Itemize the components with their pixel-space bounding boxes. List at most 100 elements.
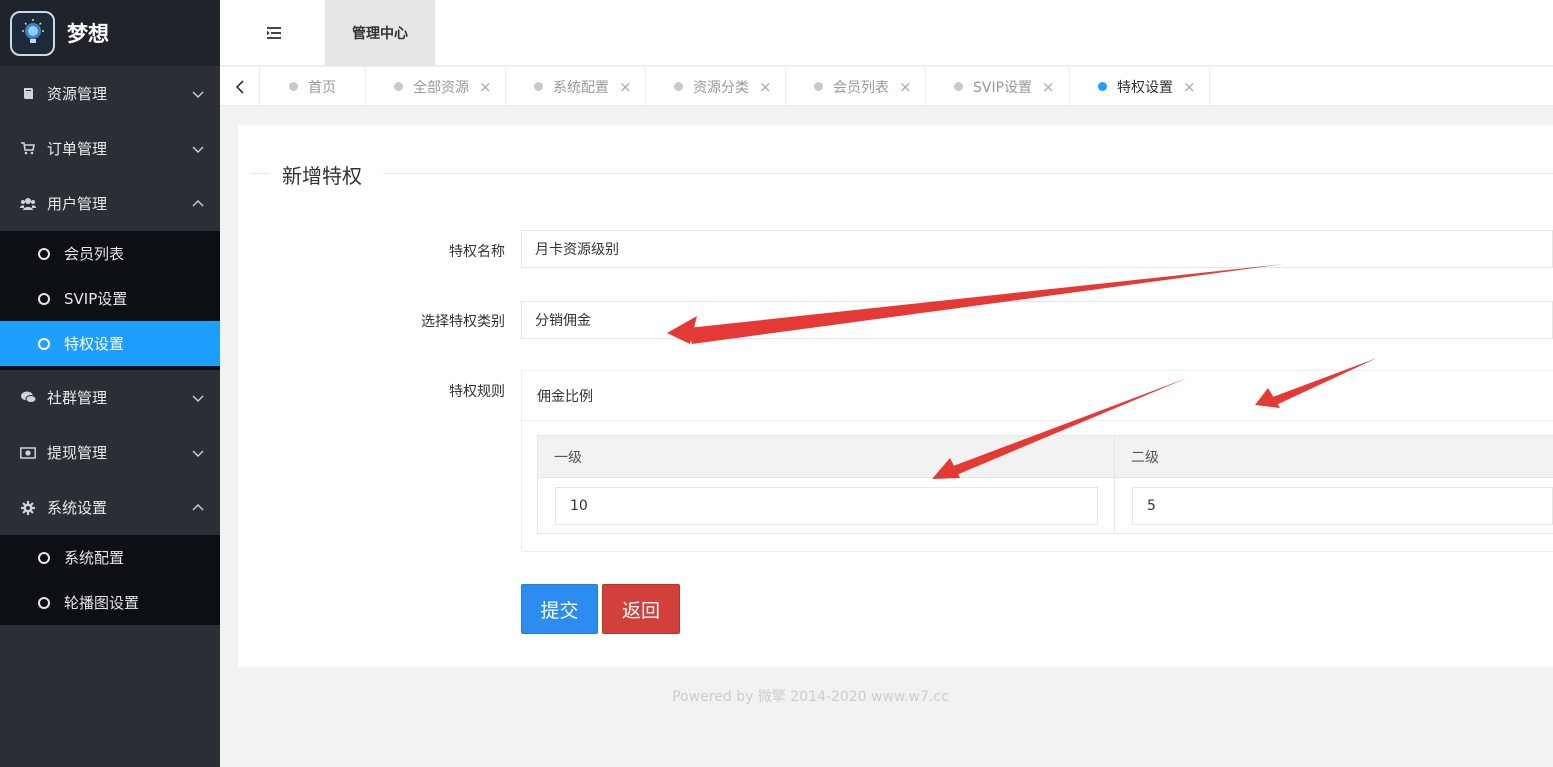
chevron-down-icon (192, 395, 204, 402)
sidebar-item-label: 特权设置 (64, 335, 125, 353)
tab-label: 首页 (308, 79, 336, 96)
system-subnav: 系统配置 轮播图设置 (0, 535, 220, 625)
table-cell: 10 (538, 478, 1115, 534)
logo-area: 梦想 (0, 0, 220, 66)
sidebar-item-resources[interactable]: 资源管理 (0, 66, 220, 121)
back-button[interactable]: 返回 (602, 584, 680, 634)
sidebar-item-label: 系统设置 (47, 499, 108, 517)
close-icon[interactable]: × (479, 78, 492, 96)
top-tab-admin-center[interactable]: 管理中心 (325, 0, 435, 66)
sidebar-item-member-list[interactable]: 会员列表 (0, 231, 220, 276)
users-subnav: 会员列表 SVIP设置 特权设置 (0, 231, 220, 366)
tab-label: 系统配置 (553, 79, 609, 96)
close-icon[interactable]: × (759, 78, 772, 96)
privilege-type-select[interactable]: 分销佣金 (521, 301, 1553, 339)
tab-dot-icon (394, 82, 403, 91)
privilege-name-label: 特权名称 (449, 244, 505, 260)
top-header: 管理中心 (220, 0, 1553, 66)
tab-dot-icon (289, 82, 298, 91)
sidebar-item-svip-settings[interactable]: SVIP设置 (0, 276, 220, 321)
privilege-name-input[interactable]: 月卡资源级别 (521, 230, 1553, 268)
commission-table: 一级 二级 10 5 (537, 435, 1553, 534)
chevron-up-icon (192, 503, 204, 510)
tab-dot-icon (1098, 82, 1107, 91)
circle-icon (38, 596, 50, 609)
sidebar-item-label: 会员列表 (64, 245, 125, 263)
tab-member-list[interactable]: 会员列表 × (786, 67, 926, 106)
tab-all-resources[interactable]: 全部资源 × (366, 67, 506, 106)
column-header-level-2: 二级 (1131, 449, 1159, 466)
chevron-down-icon (192, 91, 204, 98)
chevron-down-icon (192, 450, 204, 457)
sidebar-item-community[interactable]: 社群管理 (0, 370, 220, 425)
tab-dot-icon (534, 82, 543, 91)
sidebar-item-label: 资源管理 (47, 85, 108, 103)
tab-dot-icon (674, 82, 683, 91)
tab-dot-icon (954, 82, 963, 91)
tab-label: SVIP设置 (973, 79, 1033, 96)
menu-toggle-icon[interactable] (265, 24, 283, 42)
sidebar-item-label: 轮播图设置 (64, 594, 140, 612)
close-icon[interactable]: × (1042, 78, 1055, 96)
sidebar-item-system-config[interactable]: 系统配置 (0, 535, 220, 580)
book-icon (20, 86, 36, 102)
cart-icon (20, 141, 36, 157)
sidebar-item-label: 用户管理 (47, 195, 108, 213)
level-2-commission-input[interactable]: 5 (1132, 487, 1553, 525)
money-icon (20, 445, 36, 461)
sidebar-item-privilege-settings[interactable]: 特权设置 (0, 321, 220, 366)
tab-label: 特权设置 (1117, 79, 1173, 96)
close-icon[interactable]: × (899, 78, 912, 96)
tab-privilege-settings[interactable]: 特权设置 × (1070, 67, 1210, 106)
page-tabs: 首页 全部资源 × 系统配置 × 资源分类 × 会员列表 × SVIP设置 × … (220, 67, 1553, 106)
table-cell: 5 (1115, 478, 1553, 534)
footer-copyright: Powered by 微擎 2014-2020 www.w7.cc (672, 689, 949, 705)
chat-icon (20, 390, 36, 406)
chevron-up-icon (192, 199, 204, 206)
close-icon[interactable]: × (619, 78, 632, 96)
legend-divider (383, 173, 1553, 174)
column-header-level-1: 一级 (538, 436, 1115, 477)
close-icon[interactable]: × (1183, 78, 1196, 96)
chevron-left-icon (235, 79, 244, 94)
tab-system-config[interactable]: 系统配置 × (506, 67, 646, 106)
chevron-down-icon (192, 146, 204, 153)
brand-name: 梦想 (67, 22, 109, 46)
tab-label: 全部资源 (413, 79, 469, 96)
circle-icon (38, 247, 50, 260)
circle-icon (38, 292, 50, 305)
sidebar-item-system-settings[interactable]: 系统设置 (0, 480, 220, 535)
sidebar-item-withdrawal[interactable]: 提现管理 (0, 425, 220, 480)
level-1-commission-input[interactable]: 10 (555, 487, 1098, 525)
tab-svip-settings[interactable]: SVIP设置 × (926, 67, 1070, 106)
privilege-rule-label: 特权规则 (449, 384, 505, 400)
privilege-rule-box: 佣金比例 一级 二级 10 5 (521, 370, 1553, 552)
legend-divider (250, 173, 270, 174)
tab-label: 会员列表 (833, 79, 889, 96)
tabs-scroll-left-button[interactable] (220, 67, 260, 106)
lightbulb-logo-icon (10, 10, 55, 56)
tab-dot-icon (814, 82, 823, 91)
tab-home[interactable]: 首页 (261, 67, 366, 106)
sidebar-item-label: SVIP设置 (64, 290, 128, 308)
commission-ratio-title: 佣金比例 (522, 371, 1553, 421)
sidebar-item-label: 系统配置 (64, 549, 125, 567)
sidebar-item-users[interactable]: 用户管理 (0, 176, 220, 231)
form-legend-title: 新增特权 (282, 164, 362, 188)
gear-icon (20, 500, 36, 516)
sidebar-item-label: 订单管理 (47, 140, 108, 158)
submit-button[interactable]: 提交 (521, 584, 598, 634)
circle-icon (38, 337, 50, 350)
sidebar-item-orders[interactable]: 订单管理 (0, 121, 220, 176)
commission-table-header: 一级 二级 (538, 436, 1553, 478)
sidebar-item-label: 社群管理 (47, 389, 108, 407)
privilege-type-label: 选择特权类别 (421, 314, 505, 330)
sidebar: 梦想 资源管理 订单管理 用户管理 会员列表 SVIP设置 特权设置 社群管理 … (0, 0, 220, 767)
tab-resource-categories[interactable]: 资源分类 × (646, 67, 786, 106)
privilege-form-card: 新增特权 特权名称 月卡资源级别 选择特权类别 分销佣金 特权规则 佣金比例 一… (238, 125, 1553, 667)
users-icon (20, 196, 36, 212)
circle-icon (38, 551, 50, 564)
tab-label: 资源分类 (693, 79, 749, 96)
table-row: 10 5 (538, 478, 1553, 534)
sidebar-item-carousel-settings[interactable]: 轮播图设置 (0, 580, 220, 625)
